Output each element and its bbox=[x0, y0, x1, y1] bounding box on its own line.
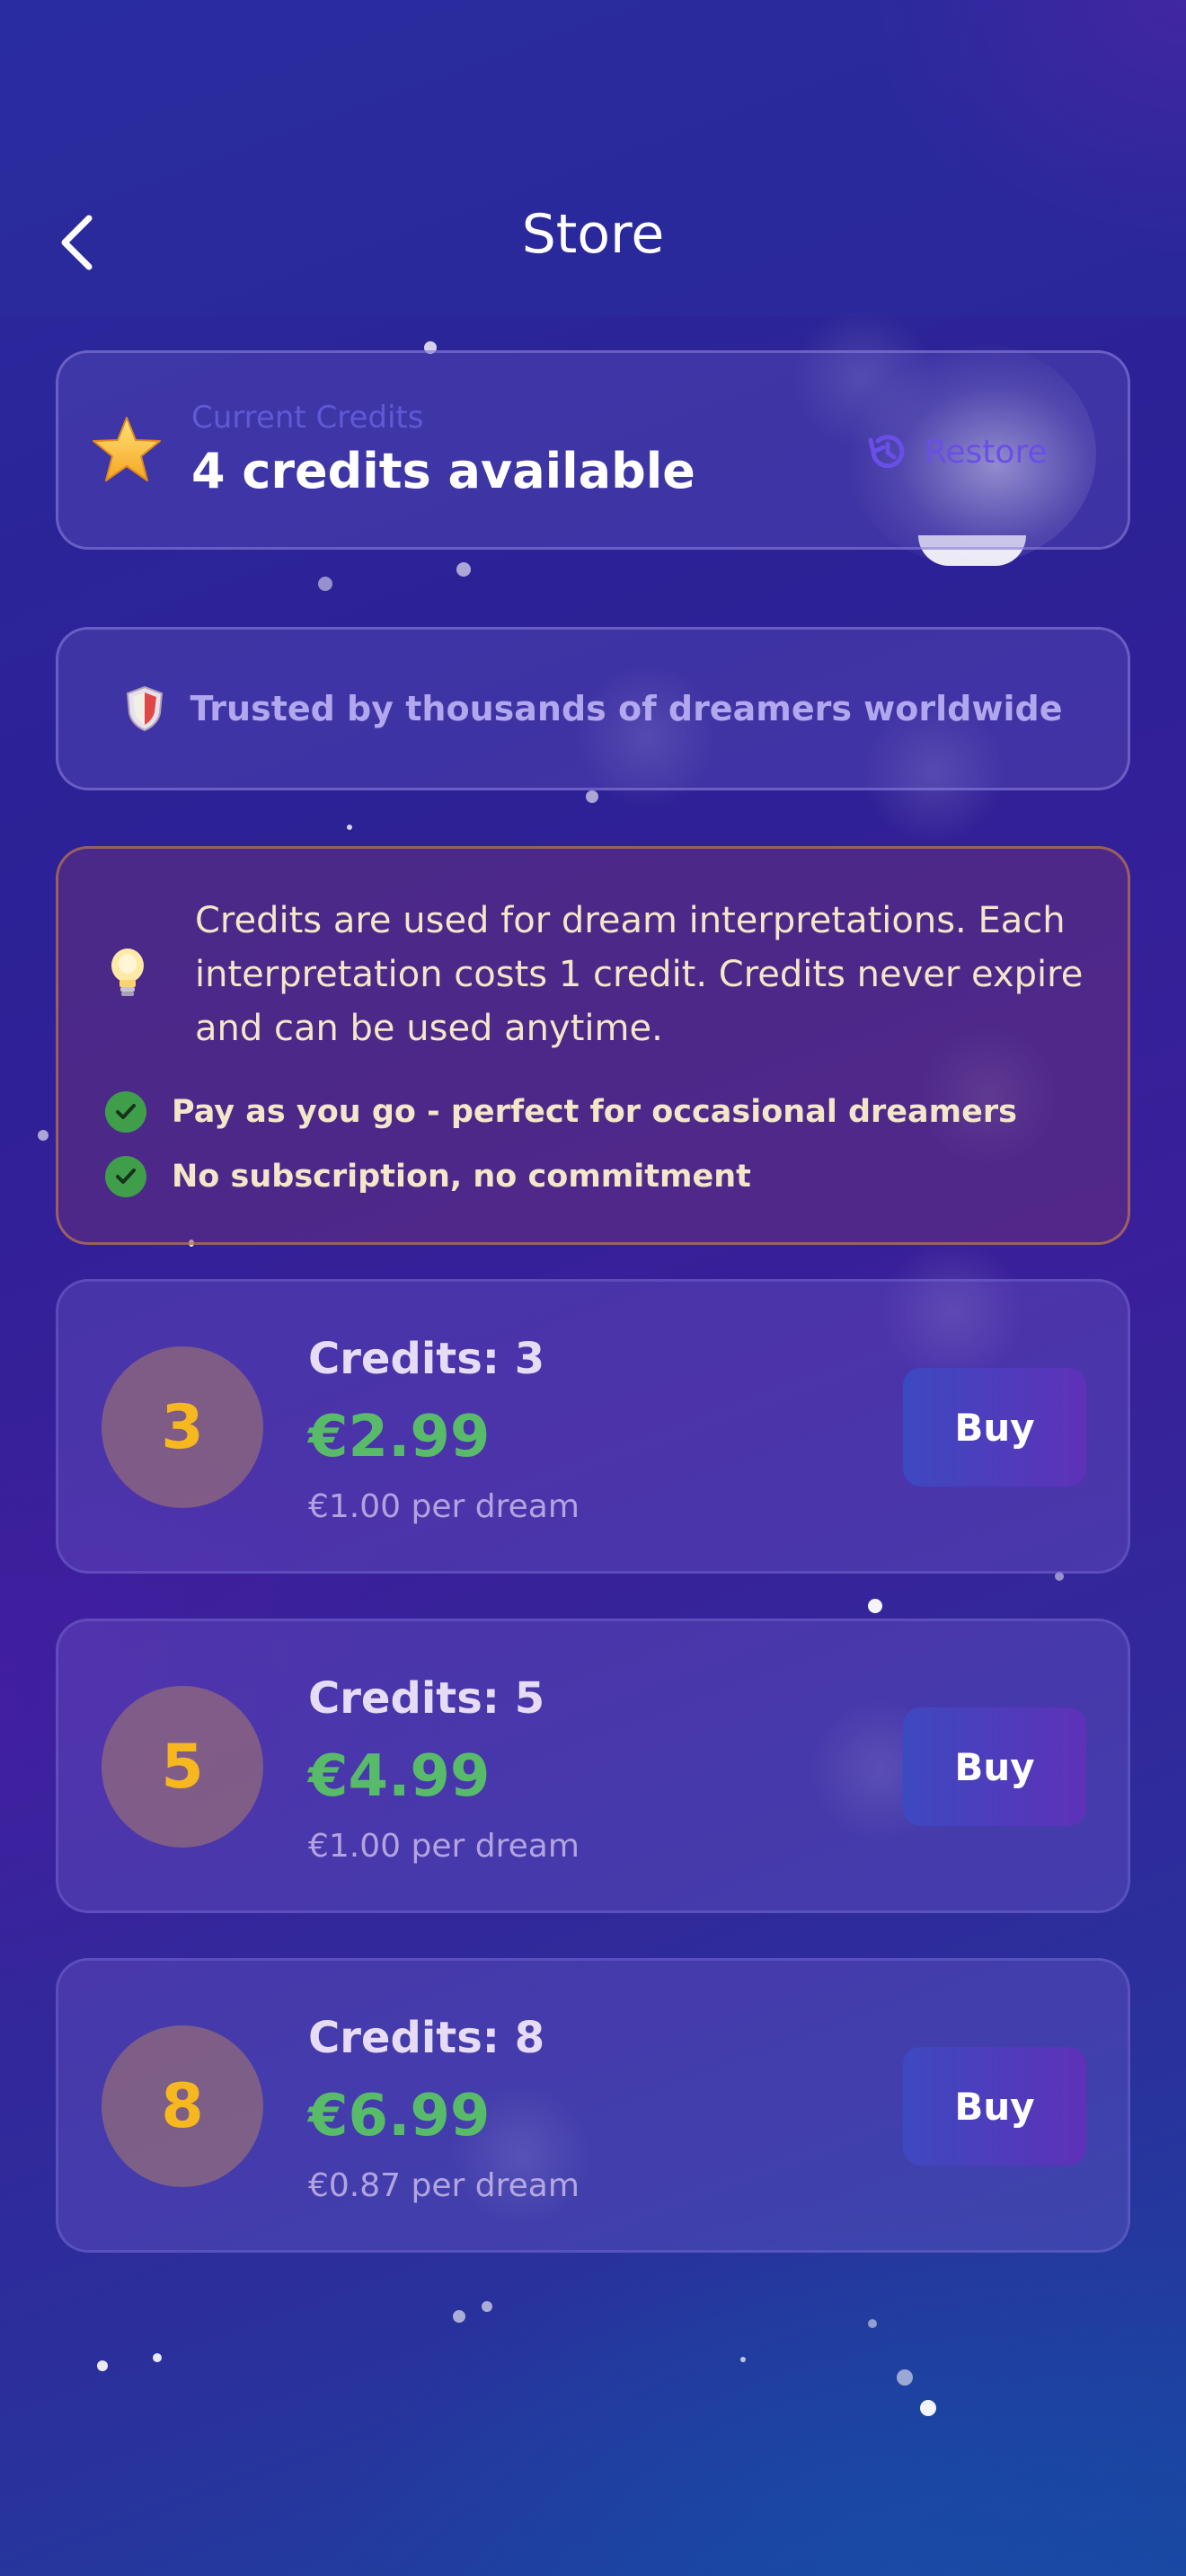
background-star bbox=[920, 2400, 936, 2416]
buy-button[interactable]: Buy bbox=[903, 1707, 1086, 1826]
restore-label: Restore bbox=[925, 433, 1048, 471]
background-star bbox=[868, 1599, 882, 1613]
background-star bbox=[38, 1130, 49, 1141]
package-price-per-dream: €1.00 per dream bbox=[308, 1828, 580, 1865]
background-star bbox=[740, 2357, 746, 2362]
background-star bbox=[868, 2319, 877, 2328]
history-icon bbox=[868, 435, 905, 469]
credits-info-text: Credits are used for dream interpretatio… bbox=[195, 900, 1084, 1049]
info-point-text: No subscription, no commitment bbox=[172, 1159, 751, 1195]
page-title: Store bbox=[521, 203, 665, 266]
trust-banner: Trusted by thousands of dreamers worldwi… bbox=[56, 627, 1130, 790]
check-icon bbox=[105, 1156, 146, 1197]
background-star bbox=[153, 2353, 162, 2362]
package-count-badge: 8 bbox=[102, 2025, 263, 2187]
credit-package: 8 Credits: 8 €6.99 €0.87 per dream Buy bbox=[56, 1958, 1130, 2253]
background-star bbox=[586, 790, 598, 803]
background-star bbox=[456, 562, 471, 577]
package-title: Credits: 8 bbox=[308, 2013, 545, 2063]
current-credits-value: 4 credits available bbox=[191, 443, 695, 499]
current-credits-label: Current Credits bbox=[191, 400, 424, 436]
star-icon bbox=[93, 417, 161, 481]
navigation-header: Store bbox=[0, 0, 1186, 316]
package-count-badge: 5 bbox=[102, 1686, 263, 1848]
trust-text: Trusted by thousands of dreamers worldwi… bbox=[190, 689, 1063, 728]
credits-info-card: Credits are used for dream interpretatio… bbox=[56, 846, 1130, 1245]
restore-button[interactable]: Restore bbox=[865, 425, 1048, 479]
package-title: Credits: 3 bbox=[308, 1334, 545, 1384]
package-price: €2.99 bbox=[308, 1404, 491, 1470]
current-credits-card: Current Credits 4 credits available Rest… bbox=[56, 350, 1130, 550]
info-point: Pay as you go - perfect for occasional d… bbox=[105, 1091, 1017, 1133]
info-point: No subscription, no commitment bbox=[105, 1156, 751, 1197]
package-price-per-dream: €1.00 per dream bbox=[308, 1488, 580, 1525]
background-star bbox=[482, 2301, 492, 2312]
package-price: €6.99 bbox=[308, 2083, 491, 2149]
info-point-text: Pay as you go - perfect for occasional d… bbox=[172, 1094, 1017, 1130]
background-star bbox=[318, 577, 332, 591]
shield-icon bbox=[126, 685, 163, 732]
background-star bbox=[897, 2369, 913, 2386]
buy-button[interactable]: Buy bbox=[903, 2047, 1086, 2166]
check-icon bbox=[105, 1091, 146, 1133]
package-title: Credits: 5 bbox=[308, 1673, 545, 1724]
background-star bbox=[453, 2310, 465, 2323]
package-price: €4.99 bbox=[308, 1743, 491, 1810]
package-count-badge: 3 bbox=[102, 1346, 263, 1508]
background-star bbox=[97, 2360, 108, 2371]
credit-package: 5 Credits: 5 €4.99 €1.00 per dream Buy bbox=[56, 1619, 1130, 1913]
credit-package: 3 Credits: 3 €2.99 €1.00 per dream Buy bbox=[56, 1279, 1130, 1574]
package-price-per-dream: €0.87 per dream bbox=[308, 2167, 580, 2204]
lightbulb-icon bbox=[111, 948, 144, 996]
buy-button[interactable]: Buy bbox=[903, 1368, 1086, 1486]
background-star bbox=[347, 825, 352, 830]
